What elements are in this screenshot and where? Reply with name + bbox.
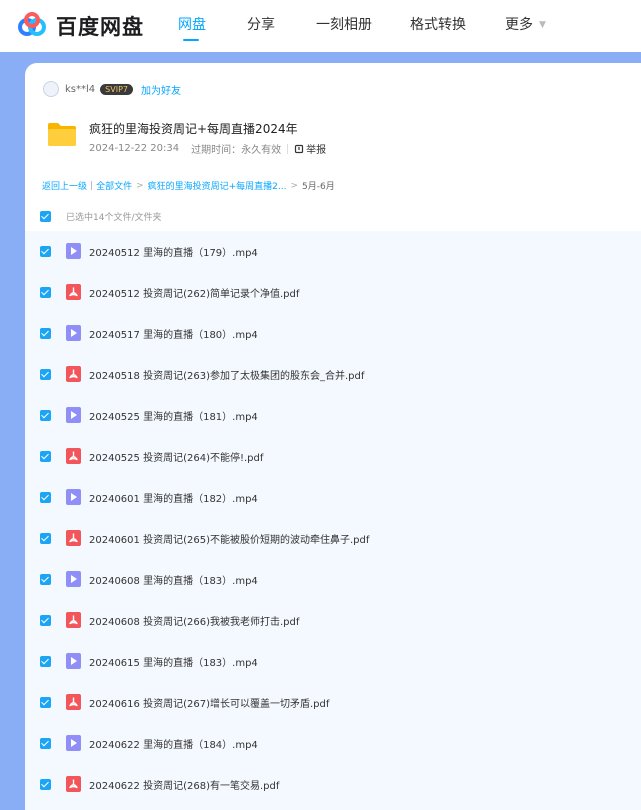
file-name[interactable]: 20240608 投资周记(266)我被我老师打击.pdf [89, 613, 299, 628]
file-name[interactable]: 20240616 投资周记(267)增长可以覆盖一切矛盾.pdf [89, 695, 329, 710]
file-row[interactable]: 20240608 投资周记(266)我被我老师打击.pdf [25, 600, 641, 640]
nav-tab-share[interactable]: 分享 [247, 14, 275, 34]
file-row[interactable]: 20240622 投资周记(268)有一笔交易.pdf [25, 764, 641, 804]
file-checkbox[interactable] [40, 737, 51, 749]
file-checkbox[interactable] [40, 409, 51, 421]
nav-tab-netdisk[interactable]: 网盘 [178, 14, 206, 34]
file-row[interactable]: 20240622 里海的直播（184）.mp4 [25, 723, 641, 763]
file-row[interactable]: 20240518 投资周记(263)参加了太极集团的股东会_合并.pdf [25, 354, 641, 394]
top-navigation-bar: 百度网盘 网盘 分享 一刻相册 格式转换 更多 ▼ [0, 0, 641, 52]
file-row[interactable]: 20240608 里海的直播（183）.mp4 [25, 559, 641, 599]
select-all-checkbox[interactable] [40, 211, 51, 222]
breadcrumb-all-files[interactable]: 全部文件 [96, 179, 132, 192]
nav-tab-album[interactable]: 一刻相册 [316, 14, 372, 34]
sharer-username[interactable]: ks**l4 [65, 84, 95, 95]
file-list: 20240512 里海的直播（179）.mp4 20240512 投资周记(262… [25, 231, 641, 810]
breadcrumb-current: 5月-6月 [302, 182, 335, 192]
breadcrumb-parent[interactable]: 疯狂的里海投资周记+每周直播2... [148, 179, 287, 192]
file-name[interactable]: 20240512 里海的直播（179）.mp4 [89, 244, 258, 259]
file-row[interactable]: 20240601 投资周记(265)不能被股价短期的波动牵住鼻子.pdf [25, 518, 641, 558]
chevron-right-icon: > [290, 180, 299, 191]
report-label: 举报 [306, 145, 327, 156]
pdf-file-icon [66, 366, 81, 382]
select-all-bar: 已选中14个文件/文件夹 [40, 210, 162, 223]
file-name[interactable]: 20240525 里海的直播（181）.mp4 [89, 408, 258, 423]
file-row[interactable]: 20240525 里海的直播（181）.mp4 [25, 395, 641, 435]
folder-icon [48, 123, 76, 146]
breadcrumb-back[interactable]: 返回上一级 [42, 179, 87, 192]
file-name[interactable]: 20240622 里海的直播（184）.mp4 [89, 736, 258, 751]
file-checkbox[interactable] [40, 614, 51, 626]
file-checkbox[interactable] [40, 450, 51, 462]
nav-more-label: 更多 [505, 17, 533, 33]
file-row[interactable]: 20240615 里海的直播（183）.mp4 [25, 641, 641, 681]
file-checkbox[interactable] [40, 655, 51, 667]
file-checkbox[interactable] [40, 286, 51, 298]
pdf-file-icon [66, 448, 81, 464]
video-file-icon [66, 489, 81, 505]
file-name[interactable]: 20240601 投资周记(265)不能被股价短期的波动牵住鼻子.pdf [89, 531, 369, 546]
add-friend-link[interactable]: 加为好友 [141, 82, 181, 97]
share-date: 2024-12-22 20:34 [89, 143, 180, 154]
file-row[interactable]: 20240512 里海的直播（179）.mp4 [25, 231, 641, 271]
breadcrumb-separator: | [90, 180, 94, 191]
pdf-file-icon [66, 284, 81, 300]
share-meta: 2024-12-22 20:34 过期时间：永久有效 举报 [89, 141, 326, 156]
avatar[interactable] [43, 81, 59, 97]
logo-text: 百度网盘 [56, 15, 144, 39]
file-checkbox[interactable] [40, 778, 51, 790]
share-panel: ks**l4 SVIP7 加为好友 疯狂的里海投资周记+每周直播2024年 20… [25, 63, 641, 810]
file-checkbox[interactable] [40, 245, 51, 257]
chevron-down-icon: ▼ [539, 20, 546, 30]
file-name[interactable]: 20240518 投资周记(263)参加了太极集团的股东会_合并.pdf [89, 367, 364, 382]
expire-info: 过期时间：永久有效 [191, 145, 282, 156]
baidu-netdisk-logo[interactable]: 百度网盘 [16, 10, 144, 42]
report-flag-icon [295, 144, 304, 153]
sharer-info: ks**l4 SVIP7 加为好友 [43, 81, 181, 97]
file-name[interactable]: 20240512 投资周记(262)简单记录个净值.pdf [89, 285, 299, 300]
selection-count: 已选中14个文件/文件夹 [66, 213, 162, 223]
file-row[interactable]: 20240601 里海的直播（182）.mp4 [25, 477, 641, 517]
file-checkbox[interactable] [40, 368, 51, 380]
file-name[interactable]: 20240517 里海的直播（180）.mp4 [89, 326, 258, 341]
file-name[interactable]: 20240525 投资周记(264)不能停!.pdf [89, 449, 263, 464]
file-row[interactable]: 20240616 投资周记(267)增长可以覆盖一切矛盾.pdf [25, 682, 641, 722]
file-name[interactable]: 20240601 里海的直播（182）.mp4 [89, 490, 258, 505]
file-row[interactable]: 20240512 投资周记(262)简单记录个净值.pdf [25, 272, 641, 312]
chevron-right-icon: > [136, 180, 144, 191]
pdf-file-icon [66, 530, 81, 546]
file-checkbox[interactable] [40, 532, 51, 544]
file-row[interactable]: 20240525 投资周记(264)不能停!.pdf [25, 436, 641, 476]
video-file-icon [66, 325, 81, 341]
video-file-icon [66, 407, 81, 423]
video-file-icon [66, 735, 81, 751]
file-checkbox[interactable] [40, 573, 51, 585]
logo-cloud-icon [18, 12, 46, 36]
video-file-icon [66, 571, 81, 587]
pdf-file-icon [66, 612, 81, 628]
active-tab-indicator [183, 39, 199, 41]
vip-badge: SVIP7 [100, 83, 133, 95]
report-button[interactable]: 举报 [294, 141, 326, 156]
file-checkbox[interactable] [40, 491, 51, 503]
breadcrumb: 返回上一级 | 全部文件 > 疯狂的里海投资周记+每周直播2... > 5月-6… [42, 179, 335, 193]
file-row[interactable]: 20240517 里海的直播（180）.mp4 [25, 313, 641, 353]
file-checkbox[interactable] [40, 327, 51, 339]
pdf-file-icon [66, 694, 81, 710]
file-checkbox[interactable] [40, 696, 51, 708]
shared-folder-title: 疯狂的里海投资周记+每周直播2024年 [89, 122, 298, 136]
file-name[interactable]: 20240615 里海的直播（183）.mp4 [89, 654, 258, 669]
pdf-file-icon [66, 776, 81, 792]
nav-tab-format-convert[interactable]: 格式转换 [410, 14, 466, 34]
file-name[interactable]: 20240622 投资周记(268)有一笔交易.pdf [89, 777, 279, 792]
file-name[interactable]: 20240608 里海的直播（183）.mp4 [89, 572, 258, 587]
nav-tab-more[interactable]: 更多 ▼ [505, 14, 546, 34]
video-file-icon [66, 243, 81, 259]
divider [287, 143, 289, 154]
video-file-icon [66, 653, 81, 669]
